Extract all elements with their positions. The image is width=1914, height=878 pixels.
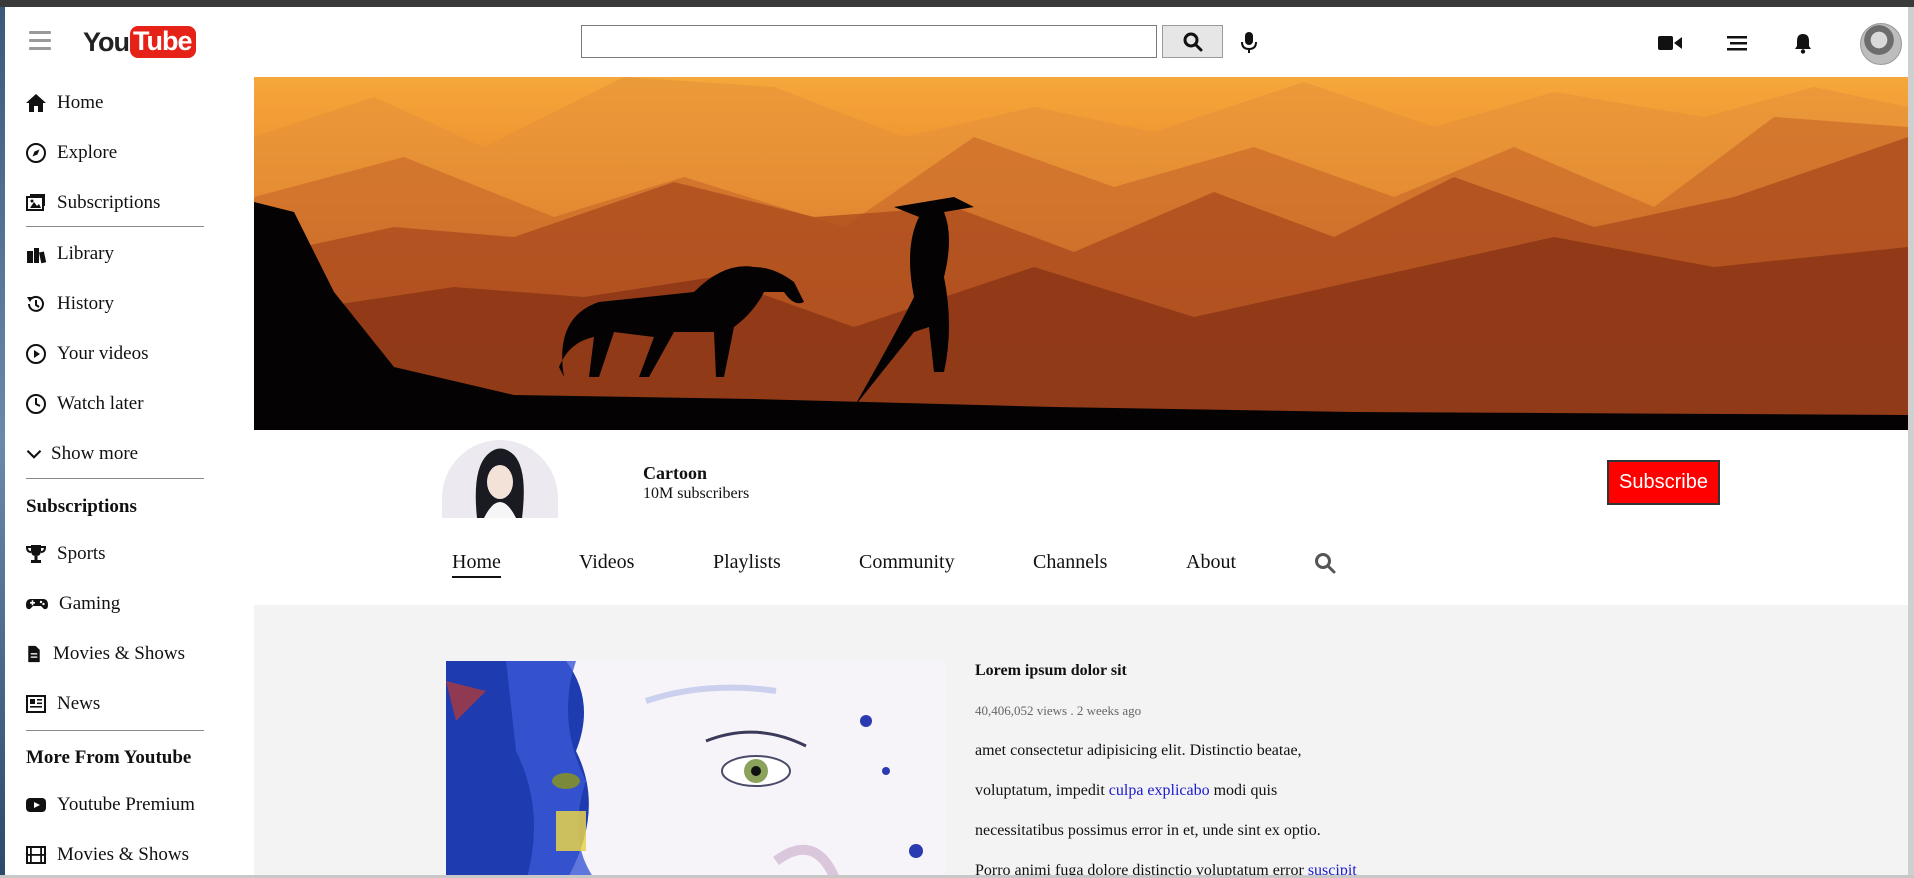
video-description-line: amet consectetur adipisicing elit. Disti… bbox=[975, 742, 1302, 759]
description-link[interactable]: suscipit bbox=[1308, 862, 1357, 875]
video-camera-icon[interactable] bbox=[1657, 31, 1683, 55]
sidebar-item-show-more[interactable]: Show more bbox=[25, 439, 138, 469]
description-text: modi quis bbox=[1209, 782, 1278, 799]
channel-avatar-image bbox=[475, 448, 524, 518]
sidebar-item-label: Home bbox=[57, 92, 104, 113]
play-circle-icon bbox=[26, 344, 46, 364]
youtube-icon bbox=[26, 798, 46, 812]
tab-home[interactable]: Home bbox=[452, 551, 501, 578]
sidebar-item-label: Show more bbox=[51, 443, 139, 464]
sidebar-item-your-videos[interactable]: Your videos bbox=[25, 339, 149, 369]
tab-about[interactable]: About bbox=[1186, 551, 1236, 574]
video-description-line: necessitatibus possimus error in et, und… bbox=[975, 822, 1321, 839]
sidebar-divider bbox=[26, 730, 204, 731]
sidebar-item-label: Sports bbox=[57, 543, 106, 564]
search-icon bbox=[1183, 32, 1202, 51]
hamburger-icon[interactable] bbox=[29, 31, 51, 51]
tab-channels[interactable]: Channels bbox=[1033, 551, 1107, 574]
search-input[interactable] bbox=[581, 25, 1157, 58]
youtube-logo[interactable]: You Tube bbox=[83, 25, 196, 59]
chevron-down-icon bbox=[26, 450, 42, 459]
video-thumbnail-image bbox=[446, 661, 946, 875]
logo-tube-text: Tube bbox=[130, 26, 196, 58]
sidebar-divider bbox=[26, 478, 204, 479]
window-scrollbar[interactable] bbox=[1908, 7, 1914, 878]
sidebar: Home Explore Subscriptions Library Histo… bbox=[5, 77, 253, 875]
sidebar-item-youtube-premium[interactable]: Youtube Premium bbox=[25, 790, 195, 820]
sidebar-item-label: Youtube Premium bbox=[57, 794, 195, 815]
bell-icon[interactable] bbox=[1790, 31, 1816, 55]
sidebar-item-label: Library bbox=[57, 243, 114, 264]
apps-list-icon[interactable] bbox=[1724, 31, 1750, 55]
sidebar-item-explore[interactable]: Explore bbox=[25, 138, 117, 168]
sidebar-item-label: Watch later bbox=[57, 393, 144, 414]
channel-banner bbox=[254, 77, 1908, 430]
search-button[interactable] bbox=[1162, 25, 1223, 58]
sidebar-item-movies-shows[interactable]: Movies & Shows bbox=[25, 639, 185, 669]
trophy-icon bbox=[25, 545, 47, 563]
sidebar-item-history[interactable]: History bbox=[25, 289, 114, 319]
sidebar-item-watch-later[interactable]: Watch later bbox=[25, 389, 144, 419]
sidebar-item-movies-shows-2[interactable]: Movies & Shows bbox=[25, 840, 189, 870]
video-thumbnail[interactable] bbox=[446, 661, 946, 875]
sidebar-item-label: Explore bbox=[57, 142, 118, 163]
file-icon bbox=[28, 645, 40, 663]
sidebar-item-label: Subscriptions bbox=[57, 192, 161, 213]
top-header: You Tube bbox=[5, 7, 1908, 77]
sidebar-item-subscriptions[interactable]: Subscriptions bbox=[25, 188, 160, 218]
gamepad-icon bbox=[26, 599, 48, 610]
sidebar-item-label: Movies & Shows bbox=[57, 844, 189, 865]
channel-search-icon[interactable] bbox=[1313, 551, 1337, 575]
sidebar-item-sports[interactable]: Sports bbox=[25, 539, 106, 569]
channel-name: Cartoon bbox=[643, 463, 707, 483]
sidebar-item-label: News bbox=[57, 693, 101, 714]
sidebar-divider bbox=[26, 226, 204, 227]
mic-icon[interactable] bbox=[1240, 32, 1258, 54]
sidebar-item-home[interactable]: Home bbox=[25, 88, 103, 118]
description-text: voluptatum, impedit bbox=[975, 782, 1109, 799]
logo-you-text: You bbox=[83, 26, 130, 57]
sidebar-item-label: History bbox=[57, 293, 114, 314]
window-top-frame bbox=[0, 0, 1914, 7]
featured-video-section: Lorem ipsum dolor sit 40,406,052 views .… bbox=[254, 605, 1908, 875]
library-icon bbox=[27, 248, 47, 264]
sidebar-item-label: Movies & Shows bbox=[53, 643, 185, 664]
subscriptions-heading: Subscriptions bbox=[26, 496, 137, 517]
banner-landscape-image bbox=[254, 77, 1908, 430]
home-icon bbox=[26, 94, 46, 112]
description-text: Porro animi fuga dolore distinctio volup… bbox=[975, 862, 1308, 875]
film-icon bbox=[26, 846, 46, 864]
video-description-line: voluptatum, impedit culpa explicabo modi… bbox=[975, 782, 1277, 800]
tab-community[interactable]: Community bbox=[859, 551, 955, 574]
history-icon bbox=[27, 295, 44, 312]
description-link[interactable]: culpa explicabo bbox=[1109, 782, 1210, 799]
sidebar-item-label: Your videos bbox=[57, 343, 149, 364]
clock-icon bbox=[26, 394, 46, 414]
tab-playlists[interactable]: Playlists bbox=[713, 551, 781, 574]
subscriptions-icon bbox=[26, 194, 45, 211]
newspaper-icon bbox=[26, 695, 46, 713]
sidebar-item-label: Gaming bbox=[59, 593, 121, 614]
tab-videos[interactable]: Videos bbox=[579, 551, 634, 574]
video-meta: 40,406,052 views . 2 weeks ago bbox=[975, 703, 1142, 718]
sidebar-item-library[interactable]: Library bbox=[25, 239, 114, 269]
sidebar-item-gaming[interactable]: Gaming bbox=[25, 589, 120, 619]
subscribe-button[interactable]: Subscribe bbox=[1607, 460, 1720, 505]
channel-avatar[interactable] bbox=[442, 440, 558, 518]
video-description-line: Porro animi fuga dolore distinctio volup… bbox=[975, 862, 1357, 875]
more-from-youtube-heading: More From Youtube bbox=[26, 747, 192, 768]
compass-icon bbox=[26, 143, 46, 163]
video-title[interactable]: Lorem ipsum dolor sit bbox=[975, 662, 1127, 680]
channel-subscriber-count: 10M subscribers bbox=[643, 485, 750, 502]
sidebar-item-news[interactable]: News bbox=[25, 689, 100, 719]
user-avatar[interactable] bbox=[1860, 23, 1902, 65]
